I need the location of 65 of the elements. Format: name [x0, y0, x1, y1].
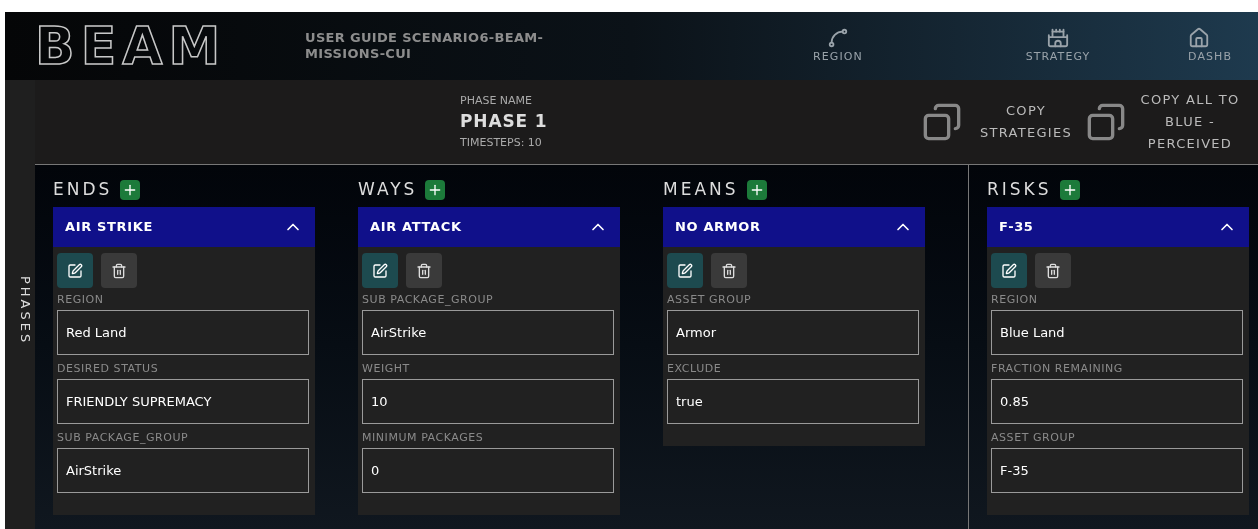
- input-field[interactable]: 0.85: [991, 379, 1243, 424]
- input-field[interactable]: 0: [362, 448, 614, 493]
- phase-caption: PHASE NAME: [460, 92, 534, 109]
- edit-button[interactable]: [362, 253, 398, 288]
- copy-button[interactable]: COPY ALL TO BLUE - PERCEIVED: [1086, 89, 1250, 155]
- input-field[interactable]: Armor: [667, 310, 919, 355]
- input-field[interactable]: 10: [362, 379, 614, 424]
- phases-toggle[interactable]: PHASES: [5, 80, 35, 529]
- copy-icon: [922, 102, 962, 142]
- card-header[interactable]: AIR STRIKE: [53, 207, 315, 247]
- copy-icon: [1086, 102, 1126, 142]
- input-field[interactable]: F-35: [991, 448, 1243, 493]
- edit-button[interactable]: [57, 253, 93, 288]
- column-title: MEANS: [663, 178, 739, 202]
- edit-button[interactable]: [667, 253, 703, 288]
- field-label: SUB PACKAGE_GROUP: [362, 292, 495, 308]
- input-field[interactable]: AirStrike: [57, 448, 309, 493]
- field-label: REGION: [991, 292, 1039, 308]
- add-button[interactable]: [120, 180, 141, 200]
- copy-button[interactable]: COPY STRATEGIES: [922, 100, 1086, 144]
- field-label: SUB PACKAGE_GROUP: [57, 430, 190, 446]
- edit-icon: [67, 262, 83, 279]
- input-field[interactable]: Red Land: [57, 310, 309, 355]
- add-button[interactable]: [746, 180, 767, 200]
- add-button[interactable]: [1059, 180, 1080, 200]
- field-label: WEIGHT: [362, 361, 411, 377]
- column-title: RISKS: [987, 178, 1052, 202]
- edit-icon: [1001, 262, 1017, 279]
- input-field[interactable]: FRIENDLY SUPREMACY: [57, 379, 309, 424]
- nav-tab[interactable]: DASHB: [1188, 26, 1258, 66]
- card-header[interactable]: NO ARMOR: [663, 207, 925, 247]
- input-field[interactable]: true: [667, 379, 919, 424]
- timesteps-text: TIMESTEPS: 10: [460, 134, 543, 151]
- input-field[interactable]: Blue Land: [991, 310, 1243, 355]
- nav-tab[interactable]: REGION: [748, 26, 928, 66]
- column-title: ENDS: [53, 178, 113, 202]
- phase-name: PHASE 1: [460, 110, 548, 134]
- delete-button[interactable]: [1035, 253, 1071, 288]
- card-header[interactable]: AIR ATTACK: [358, 207, 620, 247]
- field-label: ASSET GROUP: [667, 292, 753, 308]
- input-field[interactable]: AirStrike: [362, 310, 614, 355]
- home-icon: [1188, 26, 1210, 49]
- column-title: WAYS: [358, 178, 418, 202]
- field-label: MINIMUM PACKAGES: [362, 430, 485, 446]
- trash-icon: [721, 262, 737, 279]
- edit-button[interactable]: [991, 253, 1027, 288]
- field-label: EXCLUDE: [667, 361, 723, 377]
- delete-button[interactable]: [711, 253, 747, 288]
- edit-icon: [372, 262, 388, 279]
- field-label: FRACTION REMAINING: [991, 361, 1124, 377]
- delete-button[interactable]: [406, 253, 442, 288]
- trash-icon: [416, 262, 432, 279]
- field-label: ASSET GROUP: [991, 430, 1077, 446]
- nav-tab[interactable]: STRATEGY: [968, 26, 1148, 66]
- field-label: REGION: [57, 292, 105, 308]
- delete-button[interactable]: [101, 253, 137, 288]
- card-header[interactable]: F-35: [987, 207, 1249, 247]
- logo: BEAM: [35, 20, 228, 72]
- edit-icon: [677, 262, 693, 279]
- trash-icon: [111, 262, 127, 279]
- nodes-icon: [827, 26, 849, 49]
- field-label: DESIRED STATUS: [57, 361, 160, 377]
- trash-icon: [1045, 262, 1061, 279]
- add-button[interactable]: [425, 180, 446, 200]
- app-title: USER GUIDE SCENARIO6-BEAM-MISSIONS-CUI: [305, 30, 545, 62]
